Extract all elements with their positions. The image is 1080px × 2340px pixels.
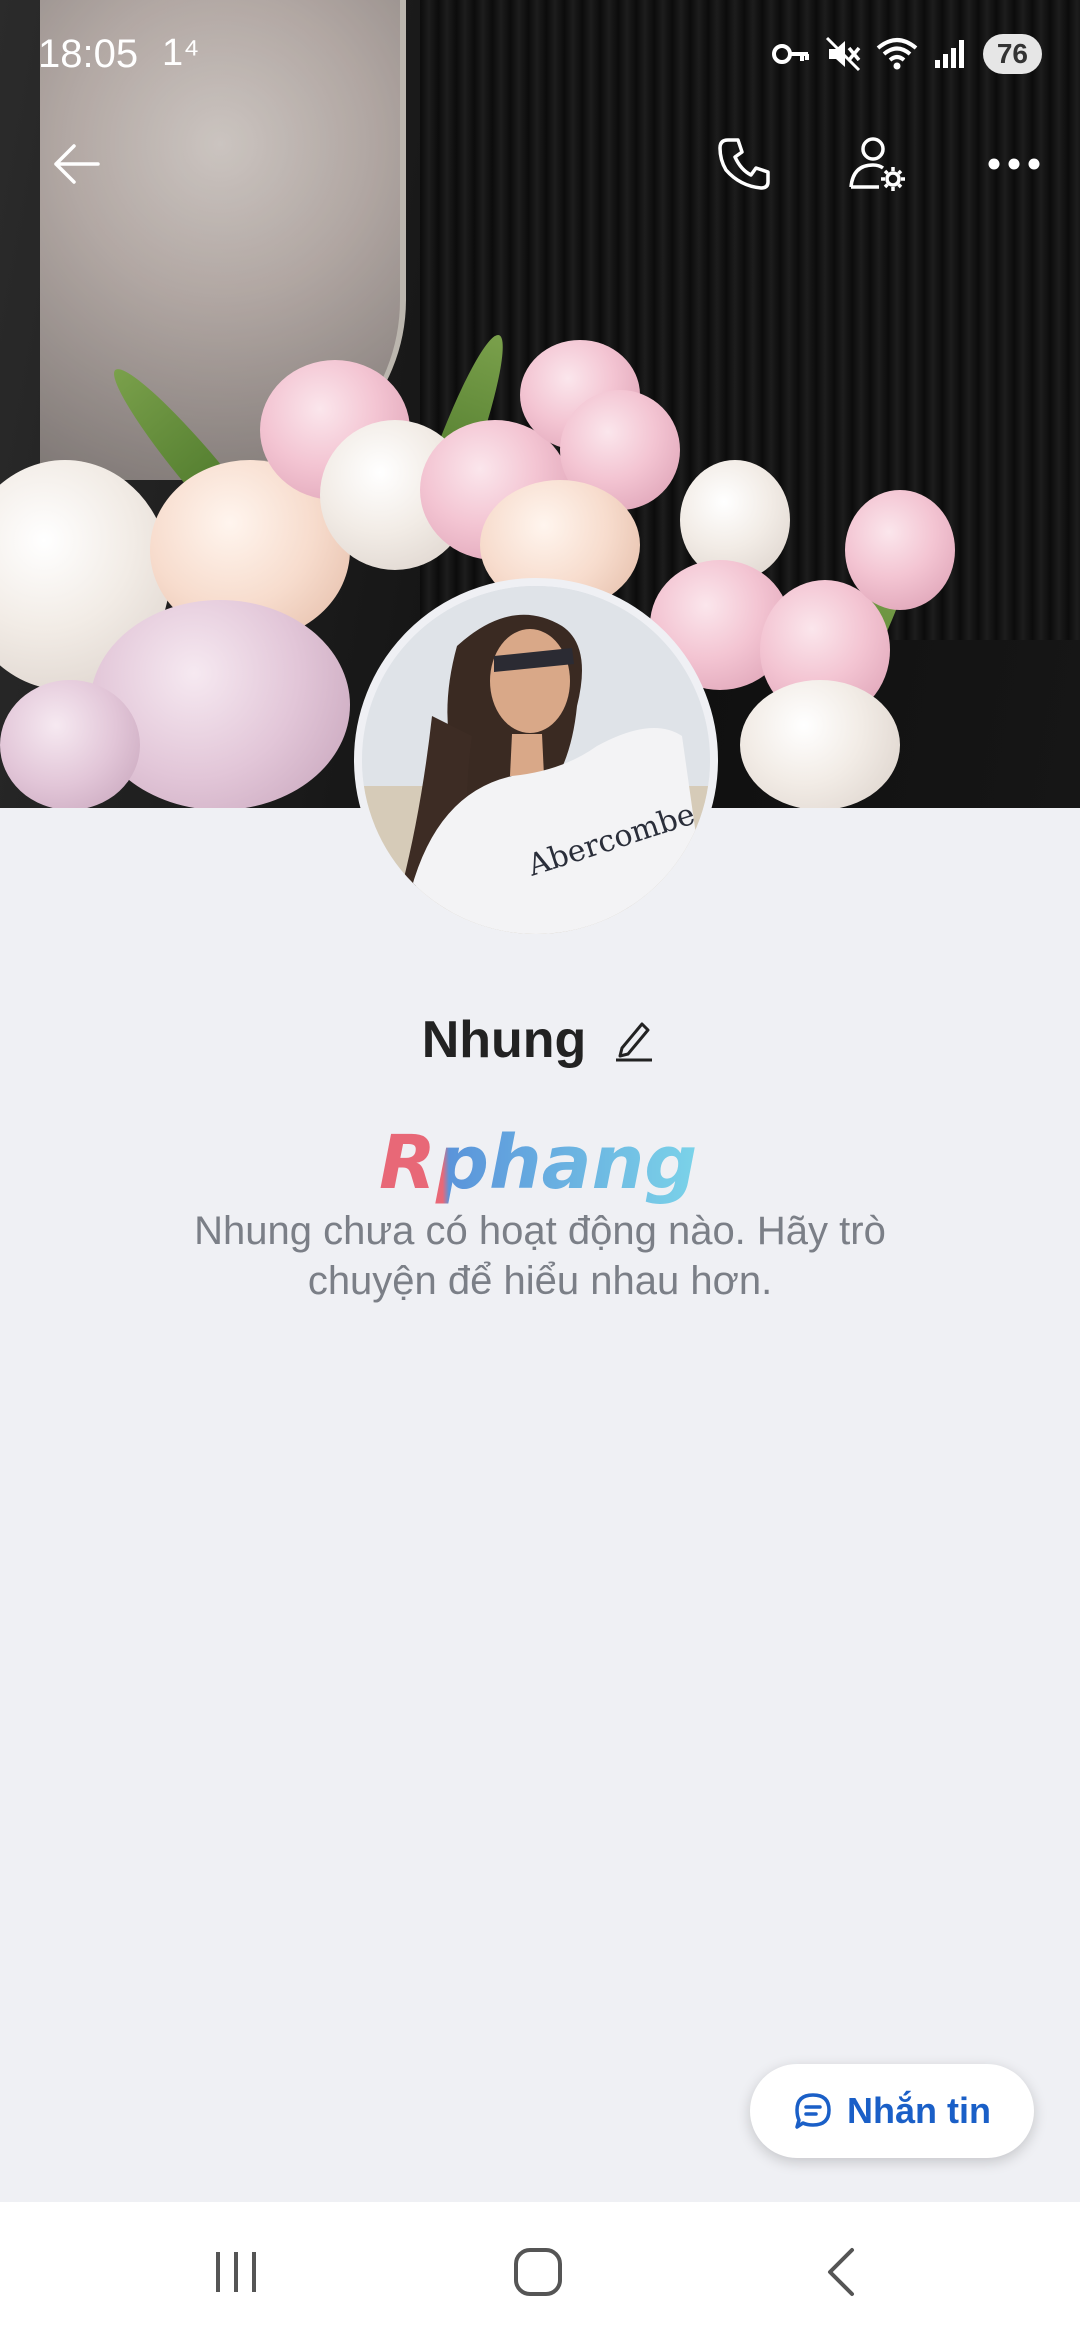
nav-back-button[interactable] bbox=[790, 2232, 890, 2312]
flower-decoration bbox=[740, 680, 900, 808]
status-bar: 18:05 1⁴ 76 bbox=[0, 0, 1080, 110]
battery-icon: 76 bbox=[982, 34, 1042, 74]
user-settings-icon bbox=[849, 137, 905, 191]
chat-bubble-icon bbox=[795, 2093, 831, 2129]
profile-name: Nhung bbox=[421, 1011, 587, 1069]
avatar-photo: Abercombe bbox=[362, 586, 710, 934]
key-icon bbox=[771, 44, 809, 64]
back-arrow-icon bbox=[54, 144, 100, 184]
recents-button[interactable] bbox=[186, 2232, 286, 2312]
empty-activity-message: Nhung chưa có hoạt động nào. Hãy trò chu… bbox=[194, 1209, 886, 1303]
mute-icon bbox=[825, 36, 861, 72]
flower-decoration bbox=[0, 680, 140, 808]
home-icon bbox=[514, 2248, 562, 2296]
phone-icon bbox=[718, 138, 770, 190]
watermark-logo: Rphang bbox=[379, 1122, 697, 1206]
avatar[interactable]: Abercombe bbox=[354, 578, 718, 942]
message-button[interactable]: Nhắn tin bbox=[750, 2064, 1034, 2158]
edit-name-button[interactable] bbox=[610, 1016, 658, 1064]
top-app-bar bbox=[0, 120, 1080, 210]
pencil-icon bbox=[616, 1022, 653, 1062]
profile-name-row: Nhung bbox=[0, 1000, 1080, 1080]
signal-icon bbox=[934, 40, 964, 68]
wifi-icon bbox=[876, 38, 918, 70]
status-time: 18:05 bbox=[38, 32, 139, 76]
user-settings-button[interactable] bbox=[838, 124, 918, 204]
status-icons: 76 bbox=[771, 34, 1042, 74]
flower-decoration bbox=[845, 490, 955, 610]
back-button[interactable] bbox=[36, 124, 116, 204]
message-button-label: Nhắn tin bbox=[847, 2090, 991, 2131]
watermark-text: Rphang bbox=[379, 1122, 697, 1206]
call-button[interactable] bbox=[704, 124, 784, 204]
network-indicator: 1⁴ bbox=[162, 32, 200, 74]
more-icon bbox=[988, 158, 1040, 170]
system-nav-bar bbox=[0, 2202, 1080, 2340]
home-button[interactable] bbox=[488, 2232, 588, 2312]
recents-icon bbox=[216, 2252, 256, 2292]
more-options-button[interactable] bbox=[974, 124, 1054, 204]
back-icon bbox=[828, 2248, 854, 2296]
